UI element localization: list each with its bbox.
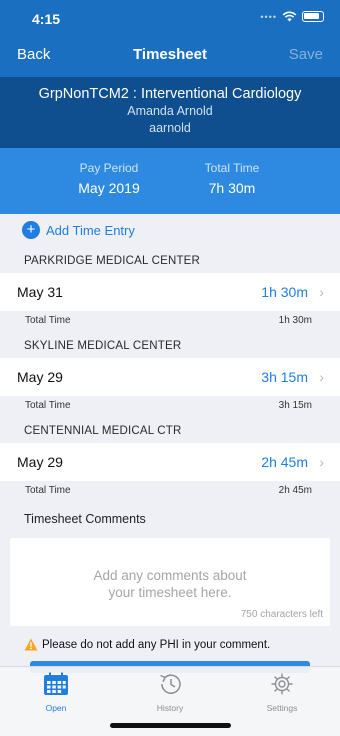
plus-icon: + (22, 221, 40, 239)
status-icons: •••• (260, 11, 324, 22)
comments-placeholder-line: Add any comments about (93, 568, 247, 583)
entry-date: May 31 (17, 284, 63, 300)
warning-icon (24, 638, 38, 651)
add-time-entry-button[interactable]: + Add Time Entry (22, 221, 135, 239)
gear-icon (271, 673, 293, 695)
battery-icon (302, 11, 324, 22)
total-time-label: Total Time (204, 161, 260, 175)
total-value: 3h 15m (278, 400, 312, 411)
facility-label: SKYLINE MEDICAL CENTER (24, 340, 182, 352)
time-entry-row[interactable]: May 29 2h 45m › (0, 443, 340, 481)
total-time: Total Time 7h 30m (198, 161, 266, 196)
facility-total: Total Time 3h 15m (0, 396, 340, 417)
employee-name: Amanda Arnold (127, 104, 213, 118)
status-time: 4:15 (32, 11, 61, 27)
add-time-entry-label: Add Time Entry (46, 222, 135, 238)
tab-label: Open (45, 703, 67, 713)
tab-history[interactable]: History (140, 672, 200, 713)
comments-input[interactable]: Add any comments about your timesheet he… (10, 538, 330, 626)
total-label: Total Time (25, 485, 71, 496)
history-icon (160, 674, 181, 694)
characters-left: 750 characters left (240, 609, 323, 620)
signal-icon: •••• (260, 11, 277, 22)
pay-period-label: Pay Period (79, 161, 139, 175)
total-value: 1h 30m (278, 315, 312, 326)
time-entry-row[interactable]: May 29 3h 15m › (0, 358, 340, 396)
facility-label: CENTENNIAL MEDICAL CTR (24, 425, 182, 437)
chevron-right-icon: › (319, 369, 324, 385)
time-entry-row[interactable]: May 31 1h 30m › (0, 273, 340, 311)
summary-header: Pay Period May 2019 Total Time 7h 30m (0, 148, 340, 214)
save-button[interactable]: Save (289, 46, 323, 63)
warning-text: Please do not add any PHI in your commen… (42, 638, 271, 651)
tab-settings[interactable]: Settings (252, 672, 312, 713)
facility-total: Total Time 2h 45m (0, 481, 340, 502)
phi-warning: Please do not add any PHI in your commen… (24, 638, 270, 651)
entry-time: 3h 15m (261, 369, 308, 385)
comments-placeholder-line: your timesheet here. (108, 585, 232, 600)
chevron-right-icon: › (319, 284, 324, 300)
chevron-right-icon: › (319, 454, 324, 470)
pay-period: Pay Period May 2019 (72, 161, 146, 196)
tab-label: Settings (266, 703, 298, 713)
top-bar: 4:15 •••• Back Timesheet Save (0, 0, 340, 77)
department-name: GrpNonTCM2 : Interventional Cardiology (38, 86, 302, 102)
facility-total: Total Time 1h 30m (0, 311, 340, 332)
entry-date: May 29 (17, 369, 63, 385)
total-value: 2h 45m (278, 485, 312, 496)
total-label: Total Time (25, 315, 71, 326)
pay-period-value: May 2019 (78, 180, 140, 196)
tab-label: History (156, 703, 184, 713)
employee-header: GrpNonTCM2 : Interventional Cardiology A… (0, 77, 340, 148)
calendar-icon (44, 672, 68, 695)
employee-username: aarnold (149, 121, 191, 135)
comments-label: Timesheet Comments (24, 512, 146, 526)
total-time-value: 7h 30m (208, 180, 256, 196)
entry-date: May 29 (17, 454, 63, 470)
entry-time: 2h 45m (261, 454, 308, 470)
comments-placeholder: Add any comments about your timesheet he… (10, 567, 330, 601)
facility-label: PARKRIDGE MEDICAL CENTER (24, 255, 201, 267)
home-indicator (110, 723, 231, 728)
tab-open[interactable]: Open (26, 672, 86, 713)
wifi-icon (282, 11, 297, 22)
entry-time: 1h 30m (261, 284, 308, 300)
total-label: Total Time (25, 400, 71, 411)
